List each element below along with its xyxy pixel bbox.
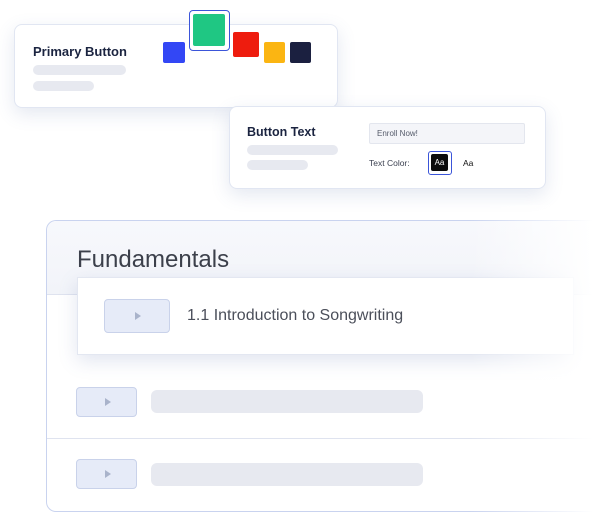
button-text-title: Button Text xyxy=(247,125,316,139)
color-swatch-amber[interactable] xyxy=(264,42,285,63)
skeleton-line xyxy=(247,145,338,155)
button-text-card: Button Text Enroll Now! Text Color: Aa A… xyxy=(229,106,546,189)
text-color-light-option[interactable]: Aa xyxy=(463,158,473,168)
play-icon xyxy=(104,470,111,478)
lesson-item-highlighted[interactable]: 1.1 Introduction to Songwriting xyxy=(77,277,574,355)
text-color-dark-label: Aa xyxy=(431,154,448,171)
play-icon xyxy=(135,312,141,320)
color-swatch-red[interactable] xyxy=(233,32,259,57)
button-text-input[interactable]: Enroll Now! xyxy=(369,123,525,144)
color-swatch-green-selected[interactable] xyxy=(189,10,230,51)
lesson-thumbnail xyxy=(76,387,137,417)
lesson-thumbnail xyxy=(104,299,170,333)
text-color-label: Text Color: xyxy=(369,158,410,168)
primary-button-card: Primary Button xyxy=(14,10,338,108)
skeleton-line xyxy=(247,160,308,170)
module-title: Fundamentals xyxy=(77,246,230,273)
course-module-panel: Fundamentals xyxy=(46,220,615,512)
divider xyxy=(47,438,615,439)
play-icon xyxy=(104,398,111,406)
lesson-title-placeholder xyxy=(151,463,423,486)
color-swatch-green xyxy=(193,14,225,46)
skeleton-line xyxy=(33,65,126,75)
skeleton-line xyxy=(33,81,94,91)
lesson-thumbnail xyxy=(76,459,137,489)
lesson-title-placeholder xyxy=(151,390,423,413)
builder-preview: Primary Button Button Text Enroll Now! T… xyxy=(0,0,615,527)
lesson-title: 1.1 Introduction to Songwriting xyxy=(187,307,404,324)
text-color-dark-option[interactable]: Aa xyxy=(428,151,452,175)
primary-button-title: Primary Button xyxy=(33,44,127,59)
color-swatch-navy[interactable] xyxy=(290,42,311,63)
color-swatch-blue[interactable] xyxy=(163,42,185,63)
